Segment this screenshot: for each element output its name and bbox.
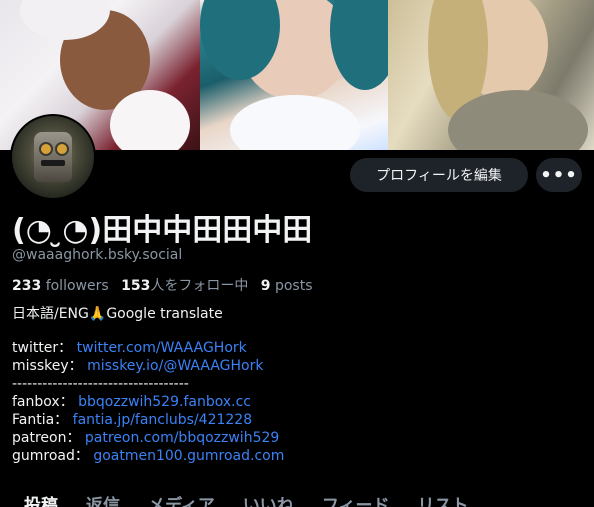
- avatar-eye-right: [55, 142, 69, 156]
- fanbox-link[interactable]: bbqozzwih529.fanbox.cc: [78, 394, 251, 410]
- profile-tabs: 投稿 返信 メディア いいね フィード リスト: [0, 491, 594, 507]
- tab-feeds[interactable]: フィード: [308, 491, 404, 507]
- gumroad-link[interactable]: goatmen100.gumroad.com: [93, 448, 284, 464]
- bio-twitter-row: twitter： twitter.com/WAAAGHork: [12, 340, 247, 356]
- bio-gumroad-row: gumroad： goatmen100.gumroad.com: [12, 448, 285, 464]
- more-options-button[interactable]: •••: [536, 158, 582, 192]
- profile-bio: 日本語/ENG🙏Google translate twitter： twitte…: [12, 305, 284, 465]
- avatar[interactable]: [10, 114, 96, 200]
- tab-likes[interactable]: いいね: [229, 491, 308, 507]
- avatar-eye-left: [39, 142, 53, 156]
- tab-lists[interactable]: リスト: [403, 491, 482, 507]
- display-name: (◔ ̮◔)田中中田田中田: [12, 213, 313, 248]
- patreon-link[interactable]: patreon.com/bbqozzwih529: [85, 430, 279, 446]
- bio-misskey-row: misskey： misskey.io/@WAAAGHork: [12, 358, 264, 374]
- banner-image-3: [388, 0, 594, 150]
- bio-fanbox-row: fanbox： bbqozzwih529.fanbox.cc: [12, 394, 251, 410]
- twitter-link[interactable]: twitter.com/WAAAGHork: [77, 340, 247, 356]
- tab-posts[interactable]: 投稿: [0, 491, 72, 507]
- posts-stat: 9 posts: [260, 278, 313, 294]
- followers-stat[interactable]: 233 followers: [12, 278, 109, 294]
- edit-profile-button[interactable]: プロフィールを編集: [350, 158, 528, 192]
- profile-banner[interactable]: [0, 0, 594, 150]
- bio-patreon-row: patreon： patreon.com/bbqozzwih529: [12, 430, 280, 446]
- bio-divider: -----------------------------------: [12, 376, 189, 392]
- tab-replies[interactable]: 返信: [72, 491, 134, 507]
- ellipsis-icon: •••: [540, 164, 578, 186]
- fantia-link[interactable]: fantia.jp/fanclubs/421228: [73, 412, 252, 428]
- profile-stats: 233 followers 153人をフォロー中 9 posts: [12, 275, 313, 295]
- bio-fantia-row: Fantia： fantia.jp/fanclubs/421228: [12, 412, 253, 428]
- avatar-helmet-image: [34, 132, 72, 182]
- following-stat[interactable]: 153人をフォロー中: [121, 278, 248, 294]
- bio-intro: 日本語/ENG🙏Google translate: [12, 306, 223, 322]
- banner-image-2: [200, 0, 388, 150]
- tab-media[interactable]: メディア: [134, 491, 229, 507]
- misskey-link[interactable]: misskey.io/@WAAAGHork: [87, 358, 263, 374]
- avatar-visor: [41, 160, 65, 166]
- handle: @waaaghork.bsky.social: [12, 247, 183, 263]
